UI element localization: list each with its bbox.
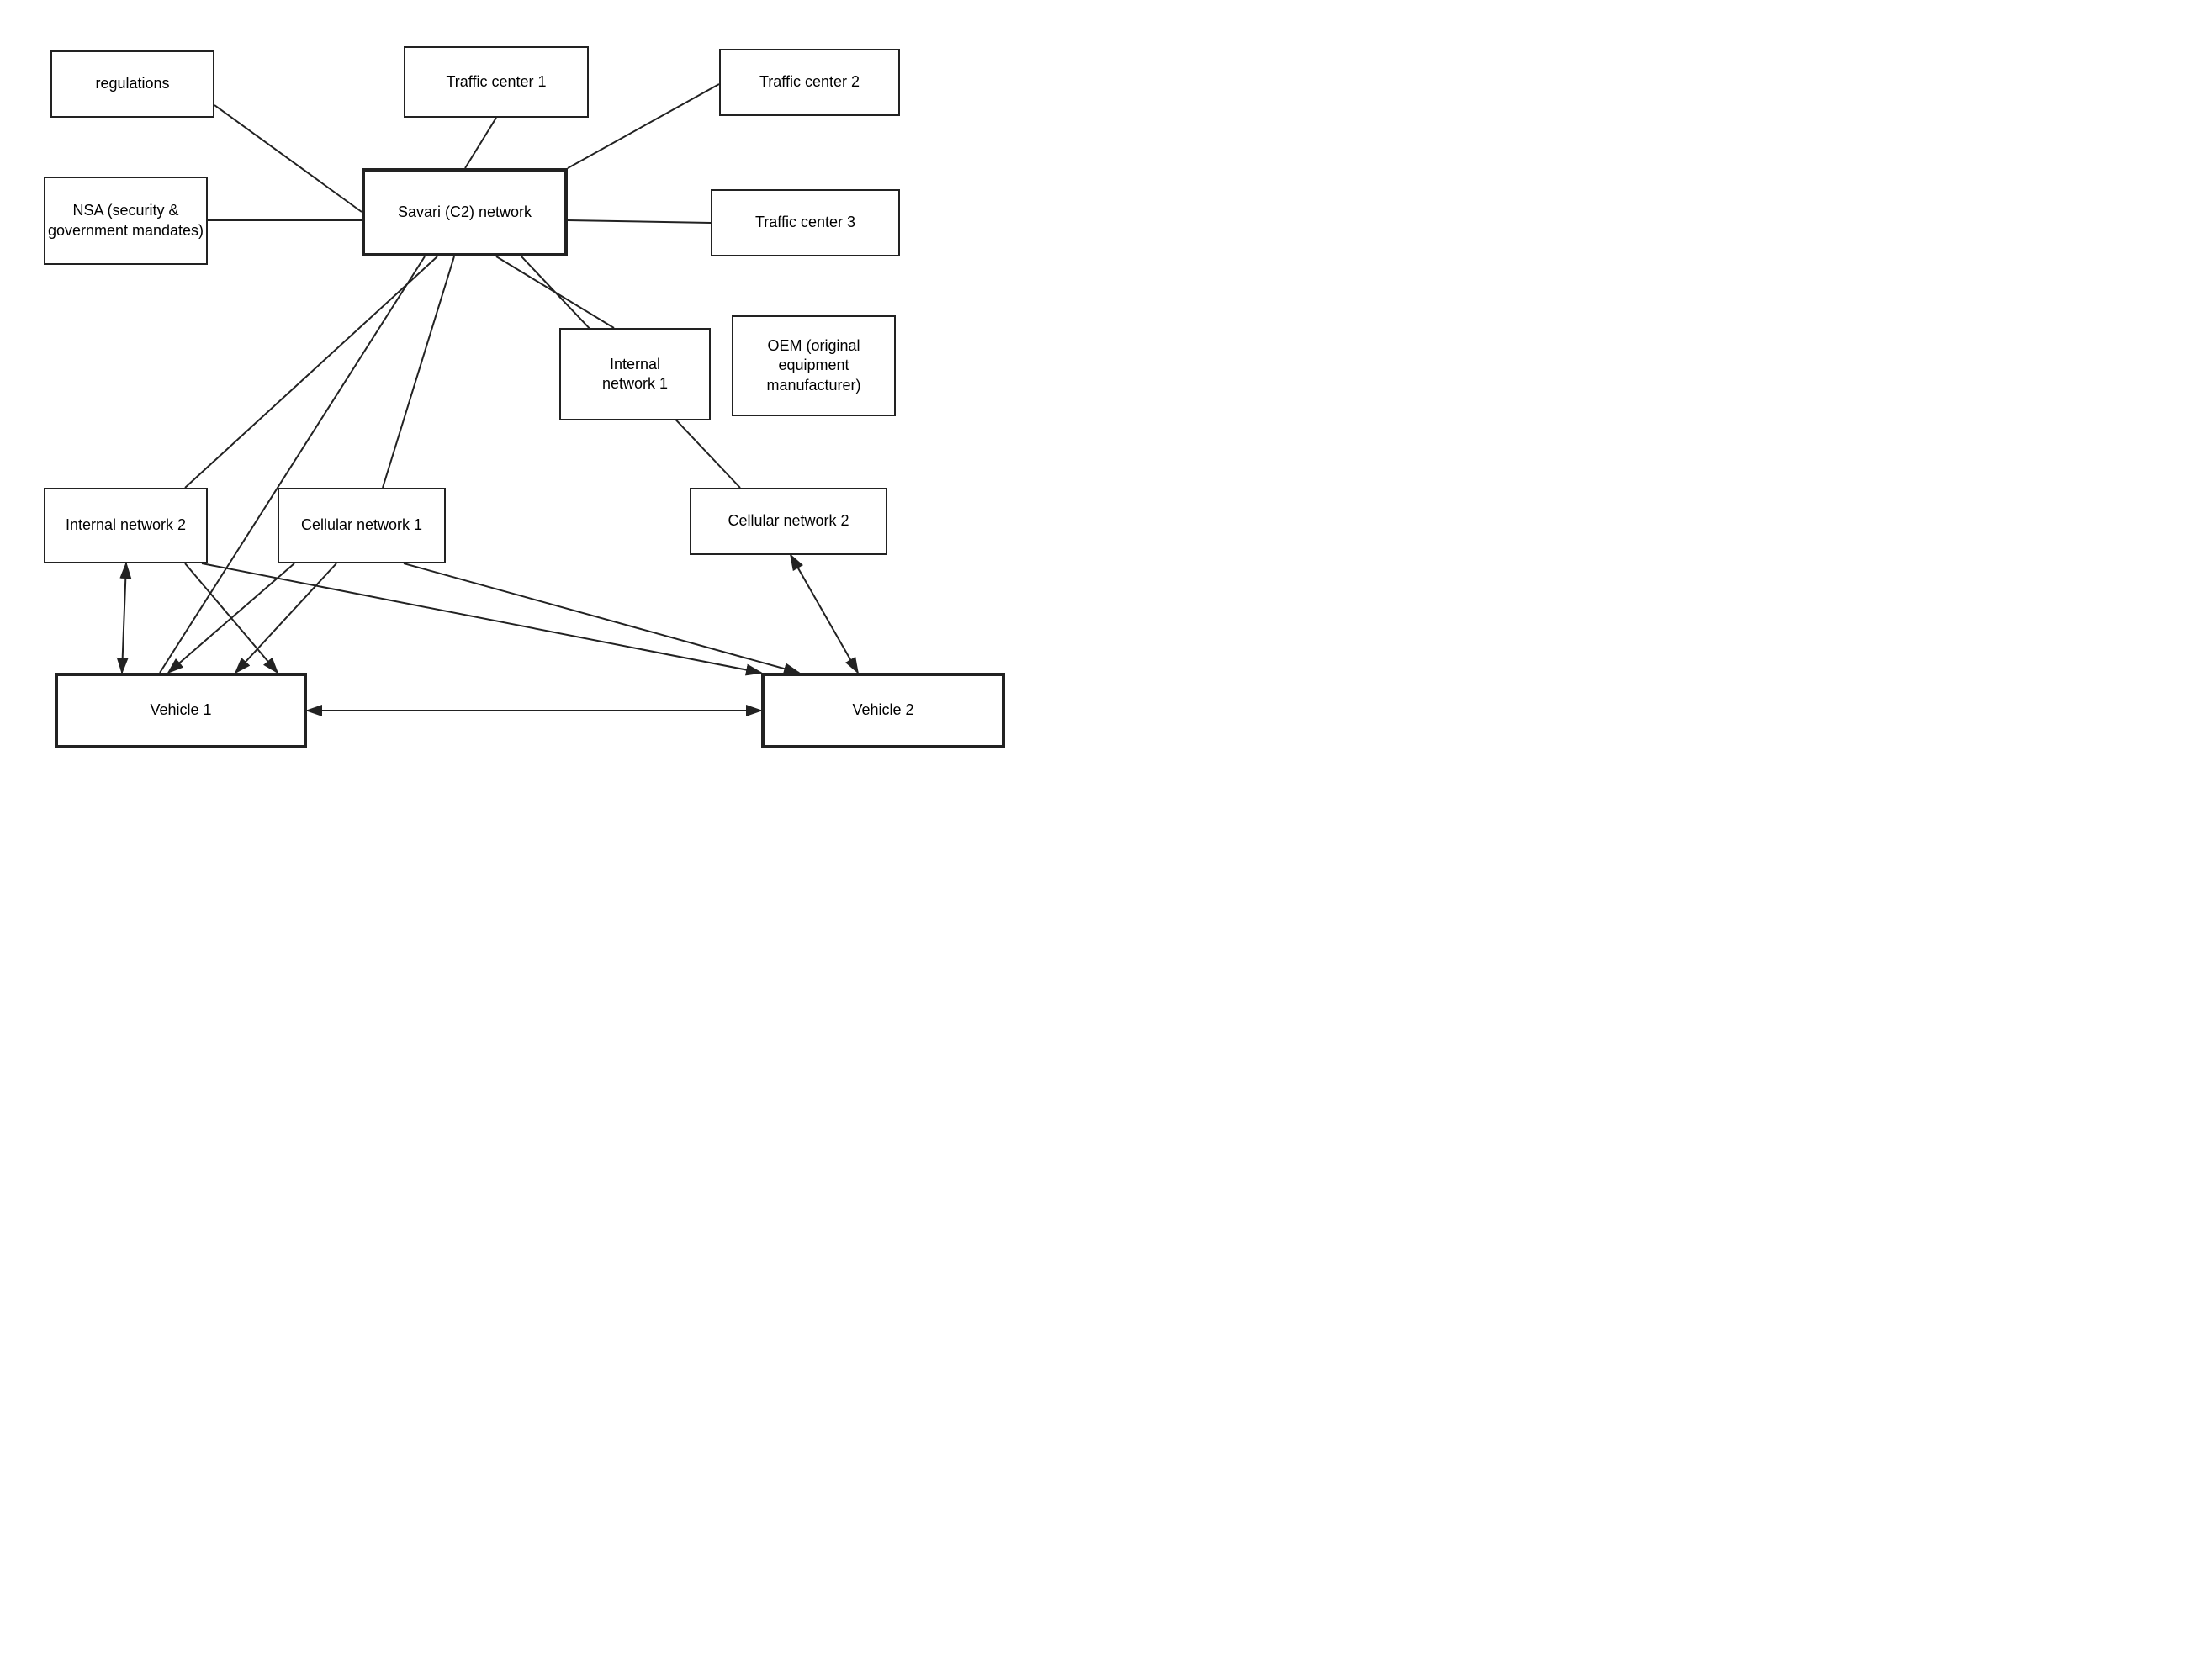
cellular_network_1-label: Cellular network 1 [301,515,422,535]
savari-node: Savari (C2) network [362,168,568,256]
cellular_network_2-node: Cellular network 2 [690,488,887,555]
cellular_network_1-node: Cellular network 1 [278,488,446,563]
cellular_network_2-label: Cellular network 2 [728,511,849,531]
internal_network_1-node: Internal network 1 [559,328,711,420]
traffic_center_2-label: Traffic center 2 [759,72,860,92]
internal_network_1-label: Internal network 1 [602,355,668,394]
internal_network_2-label: Internal network 2 [66,515,186,535]
nsa-label: NSA (security & government mandates) [45,201,206,240]
vehicle_2-node: Vehicle 2 [761,673,1005,748]
traffic_center_3-label: Traffic center 3 [755,213,855,232]
traffic_center_3-node: Traffic center 3 [711,189,900,256]
regulations-node: regulations [50,50,214,118]
traffic_center_1-node: Traffic center 1 [404,46,589,118]
traffic_center_1-label: Traffic center 1 [446,72,546,92]
nsa-node: NSA (security & government mandates) [44,177,208,265]
vehicle_1-node: Vehicle 1 [55,673,307,748]
oem-label: OEM (original equipment manufacturer) [733,336,894,395]
savari-label: Savari (C2) network [398,203,532,222]
vehicle_2-label: Vehicle 2 [852,700,913,720]
traffic_center_2-node: Traffic center 2 [719,49,900,116]
oem-node: OEM (original equipment manufacturer) [732,315,896,416]
vehicle_1-label: Vehicle 1 [150,700,211,720]
regulations-label: regulations [95,74,169,93]
internal_network_2-node: Internal network 2 [44,488,208,563]
